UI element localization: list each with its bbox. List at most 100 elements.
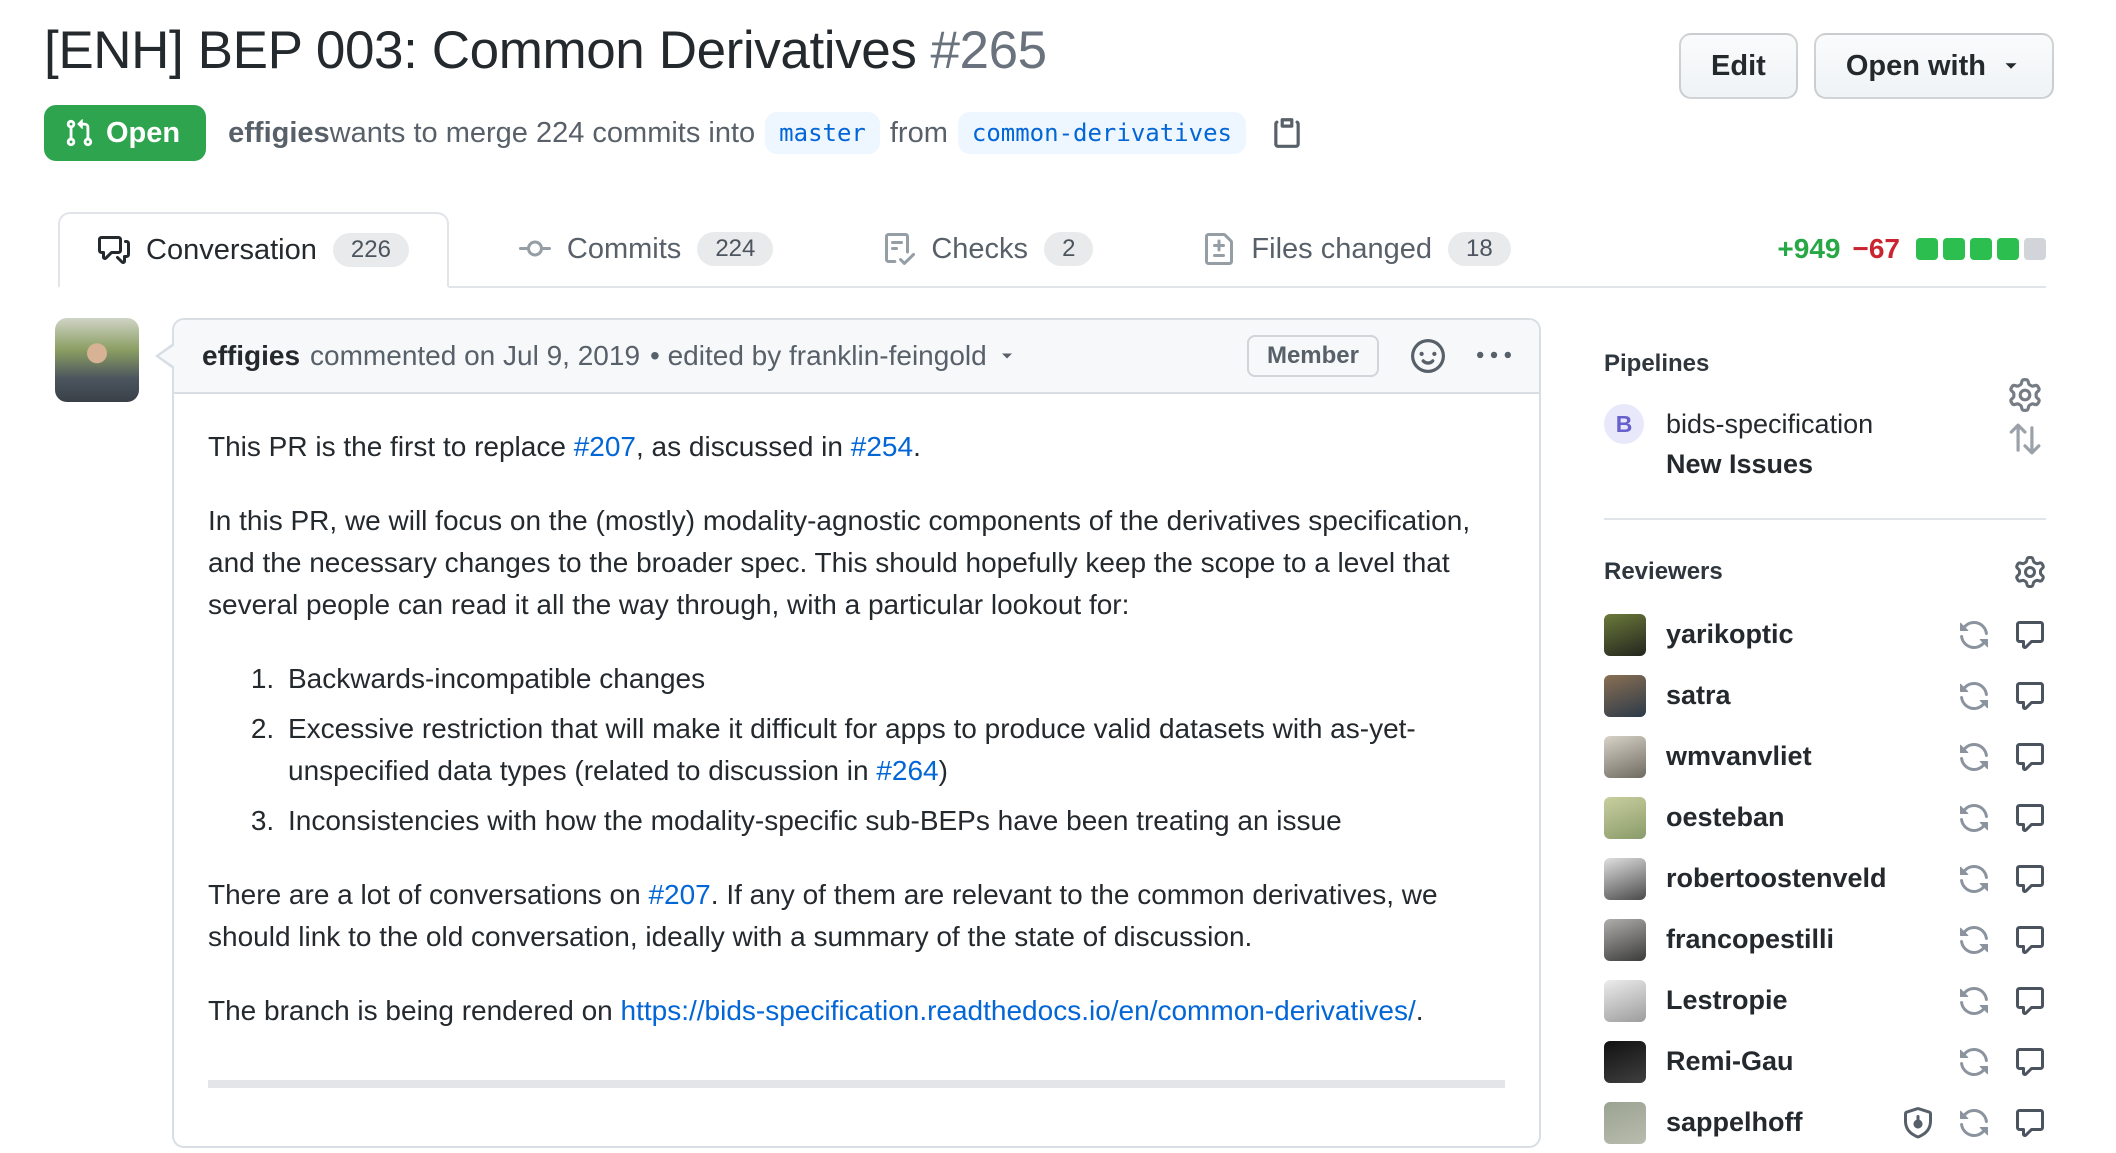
issue-link-207-2[interactable]: #207 <box>648 879 710 910</box>
checklist-icon <box>883 233 915 265</box>
base-branch-label[interactable]: master <box>765 112 880 154</box>
conversation-thread: effigies commented on Jul 9, 2019 • edit… <box>44 318 1544 1148</box>
comment-bubble-icon <box>2014 741 2046 773</box>
reviewers-section: Reviewers yarikoptic satra wmvanvliet <box>1604 556 2046 1153</box>
head-branch-label[interactable]: common-derivatives <box>958 112 1246 154</box>
re-request-review-icon[interactable] <box>1958 863 1990 895</box>
reviewer-row: sappelhoff <box>1604 1092 2046 1153</box>
reviewer-avatar[interactable] <box>1604 919 1646 961</box>
reviewer-name[interactable]: yarikoptic <box>1666 619 1794 650</box>
list-item: Inconsistencies with how the modality-sp… <box>282 800 1505 842</box>
readthedocs-link[interactable]: https://bids-specification.readthedocs.i… <box>621 995 1416 1026</box>
pr-description-comment: effigies commented on Jul 9, 2019 • edit… <box>172 318 1541 1148</box>
reviewer-avatar[interactable] <box>1604 1041 1646 1083</box>
reviewer-name[interactable]: satra <box>1666 680 1731 711</box>
tab-commits[interactable]: Commits 224 <box>479 212 813 286</box>
reviewer-row: yarikoptic <box>1604 604 2046 665</box>
comment-bubble-icon <box>2014 1046 2046 1078</box>
kebab-horizontal-icon <box>1477 339 1511 373</box>
re-request-review-icon[interactable] <box>1958 680 1990 712</box>
re-request-review-icon[interactable] <box>1958 924 1990 956</box>
reviewer-name[interactable]: francopestilli <box>1666 924 1834 955</box>
pipeline-subtitle[interactable]: New Issues <box>1666 444 1873 484</box>
list-item: Excessive restriction that will make it … <box>282 708 1505 792</box>
gear-icon[interactable] <box>2014 556 2046 588</box>
comment-bubble-icon <box>2014 985 2046 1017</box>
diffstat-blocks <box>1916 238 2046 260</box>
comment-edit-note[interactable]: • edited by franklin-feingold <box>650 340 1017 372</box>
comment-discussion-icon <box>98 234 130 266</box>
comment-bubble-icon <box>2014 802 2046 834</box>
reviewer-avatar[interactable] <box>1604 675 1646 717</box>
edit-button[interactable]: Edit <box>1679 33 1798 99</box>
re-request-review-icon[interactable] <box>1958 985 1990 1017</box>
re-request-review-icon[interactable] <box>1958 741 1990 773</box>
pipelines-section: Pipelines B bids-specification New Issue… <box>1604 350 2046 520</box>
pipeline-name[interactable]: bids-specification <box>1666 404 1873 444</box>
re-request-review-icon[interactable] <box>1958 802 1990 834</box>
reviewer-name[interactable]: robertoostenveld <box>1666 863 1887 894</box>
pr-state-badge: Open <box>44 105 206 161</box>
issue-link-254[interactable]: #254 <box>851 431 913 462</box>
diffstat: +949 −67 <box>1777 233 2046 265</box>
tab-conversation[interactable]: Conversation 226 <box>58 212 449 288</box>
reviewer-avatar[interactable] <box>1604 614 1646 656</box>
comment-meta: commented on Jul 9, 2019 <box>310 340 640 372</box>
copy-branch-button[interactable] <box>1270 116 1304 150</box>
reviewers-heading: Reviewers <box>1604 558 1723 586</box>
pr-number: #265 <box>930 21 1046 80</box>
list-item: Backwards-incompatible changes <box>282 658 1505 700</box>
tab-files-changed[interactable]: Files changed 18 <box>1163 212 1550 286</box>
re-request-review-icon[interactable] <box>1958 1046 1990 1078</box>
reviewer-name[interactable]: oesteban <box>1666 802 1785 833</box>
paragraph: In this PR, we will focus on the (mostly… <box>208 500 1505 626</box>
git-commit-icon <box>519 233 551 265</box>
gear-icon[interactable] <box>2008 378 2042 412</box>
add-reaction-button[interactable] <box>1411 339 1445 373</box>
reviewers-list: yarikoptic satra wmvanvliet oesteban <box>1604 604 2046 1153</box>
re-request-review-icon[interactable] <box>1958 1107 1990 1139</box>
files-changed-count-badge: 18 <box>1448 232 1511 266</box>
pipeline-item[interactable]: B bids-specification New Issues <box>1604 404 2046 484</box>
merge-description: effigies wants to merge 224 commits into… <box>228 112 1304 154</box>
page-title: [ENH] BEP 003: Common Derivatives#265 <box>44 20 1694 81</box>
reviewer-name[interactable]: wmvanvliet <box>1666 741 1812 772</box>
issue-link-207[interactable]: #207 <box>574 431 636 462</box>
re-request-review-icon[interactable] <box>1958 619 1990 651</box>
chevron-down-icon <box>2000 55 2022 77</box>
reviewer-avatar[interactable] <box>1604 797 1646 839</box>
reviewer-avatar[interactable] <box>1604 858 1646 900</box>
comment-author-link[interactable]: effigies <box>202 340 300 372</box>
comment-bubble-icon <box>2014 680 2046 712</box>
reviewer-name[interactable]: sappelhoff <box>1666 1107 1803 1138</box>
reviewer-row: Lestropie <box>1604 970 2046 1031</box>
comment-bubble-icon <box>2014 619 2046 651</box>
comment-body: This PR is the first to replace #207, as… <box>174 394 1539 1120</box>
pipeline-badge: B <box>1604 404 1644 444</box>
member-badge: Member <box>1247 335 1379 377</box>
reviewer-avatar[interactable] <box>1604 1102 1646 1144</box>
smiley-icon <box>1411 339 1445 373</box>
reviewer-avatar[interactable] <box>1604 736 1646 778</box>
issue-link-264[interactable]: #264 <box>876 755 938 786</box>
sort-arrows-icon[interactable] <box>2008 422 2042 456</box>
pr-author-link[interactable]: effigies <box>228 117 330 150</box>
comment-bubble-icon <box>2014 863 2046 895</box>
copy-icon <box>1270 116 1304 150</box>
paragraph: The branch is being rendered on https://… <box>208 990 1505 1032</box>
diffstat-deletions: −67 <box>1853 233 1901 265</box>
open-with-button[interactable]: Open with <box>1814 33 2054 99</box>
reviewer-row: satra <box>1604 665 2046 726</box>
effigies-avatar[interactable] <box>55 318 139 402</box>
reviewer-avatar[interactable] <box>1604 980 1646 1022</box>
reviewer-row: robertoostenveld <box>1604 848 2046 909</box>
tab-checks[interactable]: Checks 2 <box>843 212 1133 286</box>
discussion-sidebar: Pipelines B bids-specification New Issue… <box>1604 350 2046 1153</box>
reviewer-name[interactable]: Remi-Gau <box>1666 1046 1794 1077</box>
paragraph: There are a lot of conversations on #207… <box>208 874 1505 958</box>
numbered-list: Backwards-incompatible changes Excessive… <box>208 658 1505 842</box>
checks-count-badge: 2 <box>1044 232 1093 266</box>
reviewer-name[interactable]: Lestropie <box>1666 985 1788 1016</box>
comment-options-button[interactable] <box>1477 339 1511 373</box>
divider <box>208 1080 1505 1088</box>
